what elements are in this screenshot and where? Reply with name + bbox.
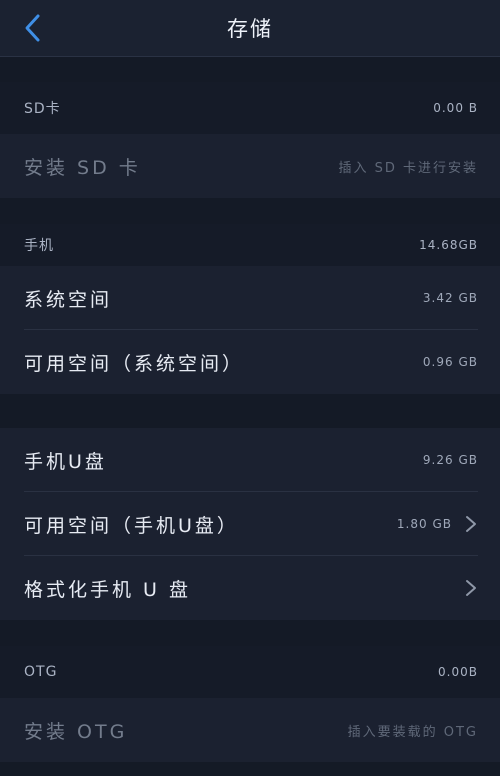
install-otg-label: 安装 OTG <box>24 720 128 743</box>
system-space-value: 3.42 GB <box>422 291 478 305</box>
chevron-right-icon <box>466 580 476 596</box>
available-udisk-label: 可用空间（手机U盘） <box>24 514 239 537</box>
page-title: 存储 <box>227 17 273 41</box>
format-udisk-row[interactable]: 格式化手机 U 盘 <box>0 556 500 620</box>
phone-udisk-label: 手机U盘 <box>24 450 107 473</box>
phone-section-value: 14.68GB <box>419 238 478 252</box>
available-system-space-value: 0.96 GB <box>422 355 478 369</box>
available-system-space-row: 可用空间（系统空间） 0.96 GB <box>0 330 500 394</box>
available-udisk-row[interactable]: 可用空间（手机U盘） 1.80 GB <box>0 492 500 556</box>
chevron-left-icon[interactable] <box>18 12 48 44</box>
system-space-row: 系统空间 3.42 GB <box>0 266 500 330</box>
available-udisk-value: 1.80 GB <box>396 517 452 531</box>
phone-udisk-value: 9.26 GB <box>422 453 478 467</box>
section-header-phone: 手机 14.68GB <box>0 224 500 266</box>
install-sd-label: 安装 SD 卡 <box>24 156 141 179</box>
system-space-label: 系统空间 <box>24 288 113 311</box>
otg-section-value: 0.00B <box>438 665 478 679</box>
top-bar: 存储 <box>0 0 500 57</box>
phone-udisk-row: 手机U盘 9.26 GB <box>0 428 500 492</box>
format-udisk-label: 格式化手机 U 盘 <box>24 578 191 601</box>
otg-section-label: OTG <box>24 664 58 680</box>
install-otg-hint: 插入要装载的 OTG <box>347 724 478 740</box>
section-header-otg: OTG 0.00B <box>0 646 500 698</box>
spacer <box>0 57 500 82</box>
spacer <box>0 394 500 428</box>
spacer <box>0 620 500 646</box>
available-system-space-label: 可用空间（系统空间） <box>24 352 245 375</box>
install-otg-row: 安装 OTG 插入要装载的 OTG <box>0 698 500 762</box>
install-sd-hint: 插入 SD 卡进行安装 <box>338 160 478 176</box>
sd-section-label: SD卡 <box>24 101 61 117</box>
section-header-sd: SD卡 0.00 B <box>0 82 500 134</box>
sd-section-value: 0.00 B <box>433 101 478 115</box>
phone-section-label: 手机 <box>24 238 54 254</box>
install-sd-row: 安装 SD 卡 插入 SD 卡进行安装 <box>0 134 500 198</box>
chevron-right-icon <box>466 516 476 532</box>
spacer <box>0 198 500 224</box>
